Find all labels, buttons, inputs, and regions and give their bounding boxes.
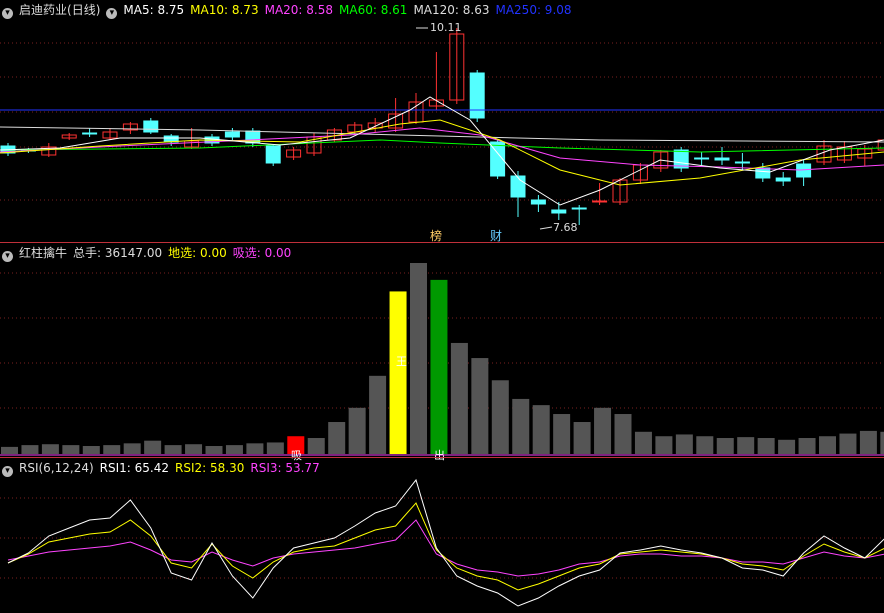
rsi-panel[interactable]: ▾ RSI(6,12,24) RSI1: 65.42 RSI2: 58.30 RSI3:… [0,458,884,613]
rsi3-label: RSI3: 53.77 [250,461,320,475]
volume-bar [144,440,162,454]
candle-body [592,200,608,203]
ma20-label: MA20: 8.58 [264,3,334,17]
volume-bar [266,442,284,454]
indicator-name: 红柱擒牛 [19,246,68,260]
volume-bar [798,438,816,454]
candle-body [714,157,730,161]
volume-bar [778,439,796,454]
volume-bar [880,431,884,454]
high-price-label: 10.11 [430,21,462,34]
candle-body [510,175,526,198]
signal-wang: 王 [396,355,407,368]
candle-body [694,157,710,160]
rsi3-line [7,519,884,577]
volume-bar [389,291,407,454]
volume-bar [246,443,264,454]
collapse-icon[interactable]: ▾ [2,8,13,19]
volume-bar [123,443,141,454]
volume-bar [369,375,387,454]
volume-bar [307,438,325,454]
price-panel[interactable]: ▾ 启迪药业(日线) ▾ MA5: 8.75 MA10: 8.73 MA20: 8.58 M… [0,0,884,243]
volume-bar [553,414,571,454]
price-header: ▾ 启迪药业(日线) ▾ MA5: 8.75 MA10: 8.73 MA20: 8.58 M… [0,0,578,20]
volume-bar [430,279,448,454]
volume-bar [573,422,591,454]
ma120-label: MA120: 8.63 [413,3,490,17]
candle-body [551,209,567,214]
low-pointer [539,226,553,230]
ma250-label: MA250: 9.08 [495,3,572,17]
volume-bar [696,436,714,454]
candle-body [82,132,98,135]
candle-body [530,199,546,205]
rsi1-line [7,478,884,607]
collapse-icon[interactable]: ▾ [2,466,13,477]
volume-bar [675,434,693,454]
volume-bar [21,445,39,454]
candle-body [571,207,587,210]
total-volume-label: 总手: 36147.00 [73,246,163,260]
volume-bar [491,380,509,454]
xixuan-label: 吸选: 0.00 [232,246,292,260]
volume-bar [839,433,857,454]
volume-bar [225,445,243,454]
volume-bar [757,438,775,454]
candle-body [143,120,159,133]
collapse-icon[interactable]: ▾ [2,251,13,262]
volume-bar [164,445,182,454]
volume-bar [512,398,530,454]
ma60-label: MA60: 8.61 [339,3,408,17]
volume-bar [471,358,489,454]
rsi-header: ▾ RSI(6,12,24) RSI1: 65.42 RSI2: 58.30 RSI3:… [0,458,326,478]
volume-bar [328,422,346,454]
volume-bar [103,445,121,454]
volume-bar [819,436,836,454]
ma5-label: MA5: 8.75 [123,3,185,17]
volume-bar [62,445,80,454]
ma10-label: MA10: 8.73 [190,3,259,17]
period-label: (日线) [67,3,101,17]
volume-bar [348,407,366,454]
ma120-line [0,126,884,143]
rsi2-label: RSI2: 58.30 [175,461,245,475]
volume-bar [655,436,673,454]
candle-body [265,145,281,164]
volume-bar [859,430,877,454]
volume-bar [594,407,612,454]
candle-body [224,131,240,138]
rsi1-label: RSI1: 65.42 [99,461,170,475]
settings-icon[interactable]: ▾ [106,8,118,19]
candle-body [734,161,750,164]
candle-body [775,177,791,182]
volume-bar [410,263,427,454]
rsi-name: RSI(6,12,24) [19,461,94,475]
candlestick-chart[interactable] [0,0,884,242]
dixuan-label: 地选: 0.00 [168,246,227,260]
volume-bar [450,342,468,454]
volume-bar [41,444,59,454]
rsi-chart[interactable] [0,458,884,613]
indicator-panel[interactable]: ▾ 红柱擒牛 总手: 36147.00 地选: 0.00 吸选: 0.00 王 吸 出 [0,243,884,462]
candle-body [796,163,812,178]
volume-bar [716,438,734,454]
volume-bar [205,446,223,454]
rsi2-line [7,502,884,591]
candle-body [673,149,689,169]
candle-body [755,167,771,179]
volume-bar [185,444,203,454]
ma60-line [0,139,884,153]
volume-bar [634,431,652,454]
volume-bar [82,446,100,454]
volume-bar-chart[interactable] [0,243,884,457]
volume-bar [737,437,755,454]
stock-name: 启迪药业 [19,3,68,17]
low-price-label: 7.68 [553,221,578,234]
volume-bar [1,446,18,454]
indicator-header: ▾ 红柱擒牛 总手: 36147.00 地选: 0.00 吸选: 0.00 [0,243,297,263]
volume-bar [532,405,550,454]
volume-bar [614,414,632,454]
candle-body [469,72,485,119]
